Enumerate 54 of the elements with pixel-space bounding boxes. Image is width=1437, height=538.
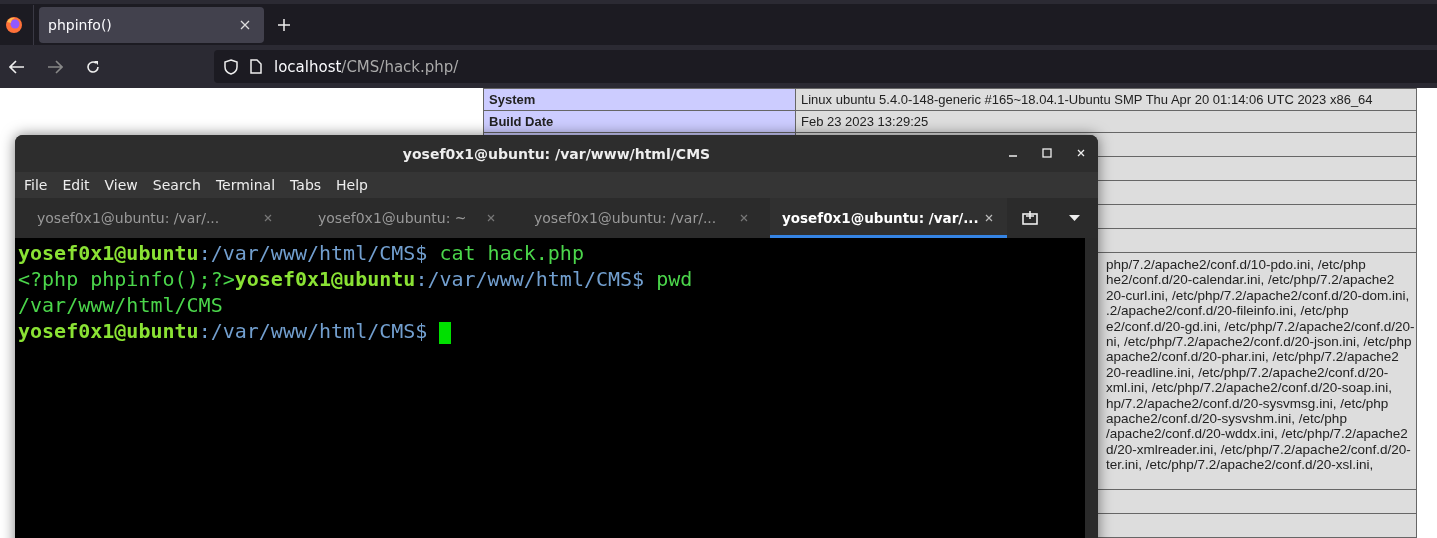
url-field[interactable]: localhost/CMS/hack.php/ xyxy=(214,50,1437,83)
menu-item[interactable]: Tabs xyxy=(290,177,322,193)
table-cell-text: ter.ini, /etc/php/7.2/apache2/conf.d/20-xsl.ini, xyxy=(1106,457,1375,473)
browser-logo-icon[interactable] xyxy=(5,15,23,34)
table-cell: Linux ubuntu 5.4.0-148-generic #165~18.04.1-Ubuntu SMP Thu Apr 20 01:14:06 UTC 2023 x86_64 xyxy=(795,88,1417,111)
browser-tab[interactable]: phpinfo() xyxy=(39,6,264,43)
table-cell: System xyxy=(483,88,796,111)
terminal-text: yosef0x1@ubuntu xyxy=(18,319,199,343)
menu-item[interactable]: Search xyxy=(152,177,201,193)
back-icon[interactable] xyxy=(9,59,25,74)
table-cell-text: e2/conf.d/20-gd.ini, /etc/php/7.2/apache2/conf.d/20- xyxy=(1106,318,1416,335)
table-cell-text: he2/conf.d/20-calendar.ini, /etc/php/7.2/apache2 xyxy=(1106,272,1396,288)
page-icon xyxy=(250,59,262,74)
table-cell-text: xml.ini, /etc/php/7.2/apache2/conf.d/20-soap.ini, xyxy=(1106,380,1393,396)
new-tab-icon xyxy=(1020,210,1039,226)
terminal-text: :/var/www/html/CMS$ xyxy=(198,319,429,343)
menu-item[interactable]: View xyxy=(104,177,138,193)
caret-icon xyxy=(1069,215,1080,221)
table-cell-text: php/7.2/apache2/conf.d/10-pdo.ini, /etc/php xyxy=(1106,257,1367,273)
table-cell-text: ni, /etc/php/7.2/apache2/conf.d/20-json.ini, /etc/php xyxy=(1106,334,1413,350)
maximize-icon[interactable] xyxy=(1042,148,1052,158)
menu-item[interactable]: Edit xyxy=(62,177,90,193)
terminal-text: :/var/www/html/CMS$ xyxy=(198,241,428,265)
table-cell-text: apache2/conf.d/20-phar.ini, /etc/php/7.2/apache2 xyxy=(1106,349,1400,365)
terminal-text: cat hack.php xyxy=(438,241,584,265)
window-title: yosef0x1@ubuntu: /var/www/html/CMS xyxy=(402,145,711,162)
terminal-text: yosef0x1@ubuntu xyxy=(234,267,416,291)
terminal-text: :/var/www/html/CMS$ xyxy=(415,267,645,291)
table-cell-text: .2/apache2/conf.d/20-fileinfo.ini, /etc/php xyxy=(1106,303,1350,319)
menu-item[interactable]: File xyxy=(24,177,48,193)
forward-icon[interactable] xyxy=(47,59,63,74)
terminal-text: /var/www/html/CMS xyxy=(18,293,223,317)
menu-item[interactable]: Help xyxy=(336,177,368,193)
shield-icon xyxy=(224,58,238,75)
table-cell-text: /apache2/conf.d/20-wddx.ini, /etc/php/7.2/apache2 xyxy=(1106,426,1409,442)
terminal-tab[interactable]: yosef0x1@ubuntu: /var/... xyxy=(770,198,1007,238)
close-icon[interactable] xyxy=(985,214,993,222)
text-cursor xyxy=(439,321,452,344)
terminal-text: yosef0x1@ubuntu xyxy=(18,241,199,265)
table-cell-text: apache2/conf.d/20-sysvshm.ini, /etc/php xyxy=(1106,411,1348,427)
new-tab-icon[interactable] xyxy=(278,18,290,31)
table-cell: Build Date xyxy=(483,110,796,133)
menu-item[interactable]: Terminal xyxy=(215,177,276,193)
terminal-text: <?php phpinfo();?> xyxy=(18,267,235,291)
terminal-text: pwd xyxy=(655,267,693,291)
table-cell: Feb 23 2023 13:29:25 xyxy=(795,110,1417,133)
table-cell-text: 20-curl.ini, /etc/php/7.2/apache2/conf.d/20-dom.ini, xyxy=(1106,287,1411,304)
terminal-tab[interactable]: yosef0x1@ubuntu: ~ xyxy=(296,198,517,238)
table-cell-text: hp/7.2/apache2/conf.d/20-sysvmsg.ini, /etc/php xyxy=(1106,395,1390,412)
reload-icon[interactable] xyxy=(85,58,101,75)
terminal-tab[interactable]: yosef0x1@ubuntu: /var/... xyxy=(15,198,296,238)
table-cell-text: 20-readline.ini, /etc/php/7.2/apache2/conf.d/20- xyxy=(1106,364,1390,381)
terminal-tab[interactable]: yosef0x1@ubuntu: /var/... xyxy=(517,198,770,238)
table-cell-text: d/20-xmlreader.ini, /etc/php/7.2/apache2/conf.d/20- xyxy=(1106,441,1412,458)
